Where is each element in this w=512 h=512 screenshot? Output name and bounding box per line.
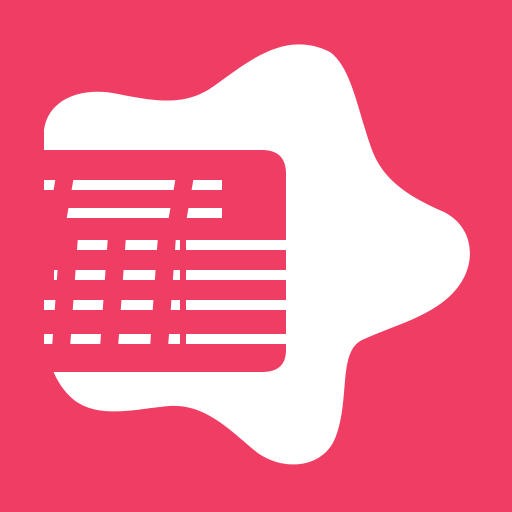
- app-icon: [0, 0, 512, 512]
- app-icon-graphic: [0, 0, 512, 512]
- line-break: [180, 268, 186, 282]
- line-break: [44, 268, 54, 282]
- line-break: [44, 206, 64, 220]
- text-line: [44, 208, 222, 218]
- line-break: [180, 298, 186, 312]
- line-break: [180, 332, 186, 346]
- line-break: [44, 238, 74, 252]
- line-break: [180, 238, 186, 252]
